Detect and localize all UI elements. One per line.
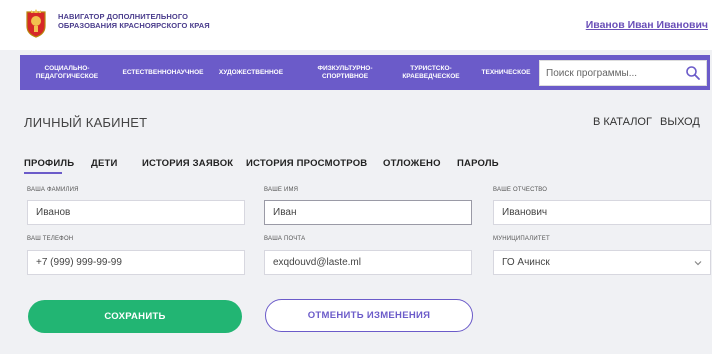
last-name-field[interactable]: Иванов <box>27 200 245 225</box>
first-name-label: ВАШЕ ИМЯ <box>264 187 299 193</box>
brand-line-1: НАВИГАТОР ДОПОЛНИТЕЛЬНОГО <box>58 12 189 21</box>
nav-item-label: ФИЗКУЛЬТУРНО- <box>317 64 373 72</box>
nav-item-label: ХУДОЖЕСТВЕННОЕ <box>218 68 284 76</box>
phone-label: ВАШ ТЕЛЕФОН <box>27 236 74 242</box>
tab-request-history[interactable]: ИСТОРИЯ ЗАЯВОК <box>142 158 233 169</box>
search-box <box>539 60 707 86</box>
search-input[interactable] <box>546 61 676 85</box>
nav-item-label: СПОРТИВНОЕ <box>321 72 369 80</box>
tab-view-history[interactable]: ИСТОРИЯ ПРОСМОТРОВ <box>246 158 367 169</box>
brand-line-2: ОБРАЗОВАНИЯ КРАСНОЯРСКОГО КРАЯ <box>58 21 210 30</box>
last-name-value: Иванов <box>36 207 71 218</box>
municipality-value: ГО Ачинск <box>502 257 550 268</box>
last-name-label: ВАША ФАМИЛИЯ <box>27 187 79 193</box>
email-label: ВАША ПОЧТА <box>264 236 306 242</box>
page-title: ЛИЧНЫЙ КАБИНЕТ <box>24 115 148 130</box>
coat-of-arms-icon[interactable] <box>25 8 47 38</box>
patronymic-field[interactable]: Иванович <box>493 200 711 225</box>
nav-item-technical[interactable]: ТЕХНИЧЕСКОЕ <box>475 55 537 90</box>
nav-item-social[interactable]: СОЦИАЛЬНО- ПЕДАГОГИЧЕСКОЕ <box>22 55 112 90</box>
phone-value: +7 (999) 999-99-99 <box>36 257 122 268</box>
active-tab-indicator <box>24 172 62 174</box>
nav-item-label: КРАЕВЕДЧЕСКОЕ <box>402 72 460 80</box>
tab-profile[interactable]: ПРОФИЛЬ <box>24 158 74 169</box>
nav-item-science[interactable]: ЕСТЕСТВЕННОНАУЧНОЕ <box>121 55 205 90</box>
email-value: exqdouvd@laste.ml <box>273 257 361 268</box>
phone-field[interactable]: +7 (999) 999-99-99 <box>27 250 245 275</box>
nav-item-tourism[interactable]: ТУРИСТСКО- КРАЕВЕДЧЕСКОЕ <box>394 55 468 90</box>
nav-item-label: ТУРИСТСКО- <box>410 64 452 72</box>
patronymic-label: ВАШЕ ОТЧЕСТВО <box>493 187 548 193</box>
chevron-down-icon <box>694 261 702 266</box>
search-icon[interactable] <box>685 65 701 81</box>
first-name-field[interactable]: Иван <box>264 200 472 225</box>
nav-item-art[interactable]: ХУДОЖЕСТВЕННОЕ <box>211 55 291 90</box>
cancel-changes-button[interactable]: ОТМЕНИТЬ ИЗМЕНЕНИЯ <box>265 299 473 332</box>
nav-item-label: ПЕДАГОГИЧЕСКОЕ <box>35 72 99 80</box>
nav-item-label: СОЦИАЛЬНО- <box>44 64 90 72</box>
catalog-link[interactable]: В КАТАЛОГ <box>593 116 652 128</box>
site-header: НАВИГАТОР ДОПОЛНИТЕЛЬНОГО ОБРАЗОВАНИЯ КР… <box>0 0 712 50</box>
first-name-value: Иван <box>273 207 297 218</box>
nav-item-label: ТЕХНИЧЕСКОЕ <box>481 68 531 76</box>
user-profile-link[interactable]: Иванов Иван Иванович <box>586 19 708 31</box>
nav-item-sport[interactable]: ФИЗКУЛЬТУРНО- СПОРТИВНОЕ <box>303 55 387 90</box>
tab-password[interactable]: ПАРОЛЬ <box>457 158 499 169</box>
tab-saved[interactable]: ОТЛОЖЕНО <box>383 158 441 169</box>
patronymic-value: Иванович <box>502 207 548 218</box>
municipality-label: МУНИЦИПАЛИТЕТ <box>493 236 550 242</box>
save-button[interactable]: СОХРАНИТЬ <box>28 300 242 333</box>
logout-link[interactable]: ВЫХОД <box>660 116 700 128</box>
tab-children[interactable]: ДЕТИ <box>91 158 118 169</box>
site-brand[interactable]: НАВИГАТОР ДОПОЛНИТЕЛЬНОГО ОБРАЗОВАНИЯ КР… <box>58 12 210 30</box>
municipality-select[interactable]: ГО Ачинск <box>493 250 711 275</box>
nav-item-label: ЕСТЕСТВЕННОНАУЧНОЕ <box>122 68 204 76</box>
email-field[interactable]: exqdouvd@laste.ml <box>264 250 472 275</box>
